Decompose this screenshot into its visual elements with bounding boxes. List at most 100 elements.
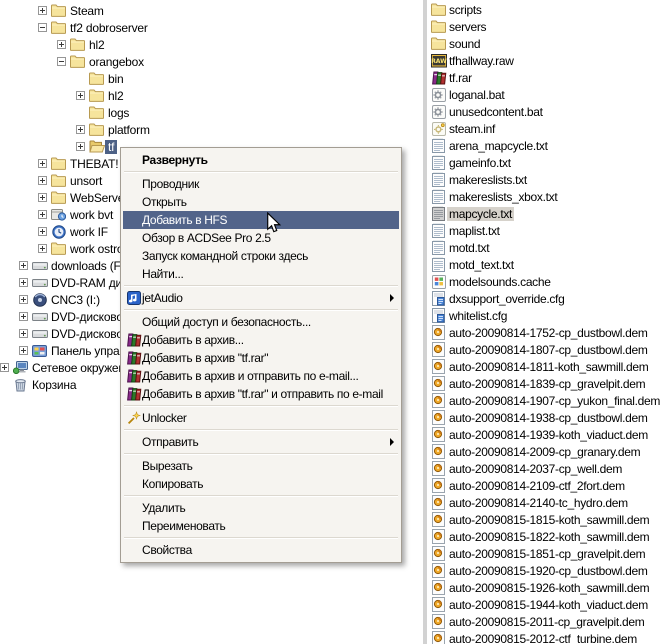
file-list-item[interactable]: makereslists_xbox.txt	[430, 188, 668, 205]
expand-icon[interactable]	[57, 40, 66, 49]
menu-item[interactable]: Копировать	[123, 475, 399, 493]
file-list-item[interactable]: arena_mapcycle.txt	[430, 137, 668, 154]
menu-item-label: Добавить в архив...	[142, 333, 244, 347]
file-name-label: auto-20090814-2009-cp_granary.dem	[447, 445, 642, 459]
file-list-item[interactable]: auto-20090814-2009-cp_granary.dem	[430, 443, 668, 460]
expand-icon[interactable]	[19, 278, 28, 287]
expand-icon[interactable]	[38, 244, 47, 253]
menu-item[interactable]: Добавить в архив "tf.rar"	[123, 349, 399, 367]
file-list-item[interactable]: auto-20090815-1822-koth_sawmill.dem	[430, 528, 668, 545]
txt-file-icon	[430, 206, 447, 221]
collapse-icon[interactable]	[57, 57, 66, 66]
expand-icon[interactable]	[38, 159, 47, 168]
menu-item[interactable]: Добавить в HFS	[123, 211, 399, 229]
dem-file-icon	[430, 529, 447, 544]
file-list-item[interactable]: auto-20090814-1752-cp_dustbowl.dem	[430, 324, 668, 341]
file-list-item[interactable]: sound	[430, 35, 668, 52]
file-list-item[interactable]: auto-20090814-1938-cp_dustbowl.dem	[430, 409, 668, 426]
expand-icon[interactable]	[38, 193, 47, 202]
menu-item-label: Добавить в архив и отправить по e-mail..…	[142, 369, 358, 383]
menu-item[interactable]: Отправить	[123, 433, 399, 451]
file-list-item[interactable]: auto-20090815-1944-koth_viaduct.dem	[430, 596, 668, 613]
file-list-item[interactable]: loganal.bat	[430, 86, 668, 103]
tree-item[interactable]: hl2	[0, 36, 423, 53]
menu-item[interactable]: Найти...	[123, 265, 399, 283]
file-list-item[interactable]: tf.rar	[430, 69, 668, 86]
menu-item[interactable]: Добавить в архив "tf.rar" и отправить по…	[123, 385, 399, 403]
expand-icon[interactable]	[38, 210, 47, 219]
dem-file-icon	[430, 359, 447, 374]
file-list-item[interactable]: auto-20090815-1851-cp_gravelpit.dem	[430, 545, 668, 562]
file-list-item[interactable]: whitelist.cfg	[430, 307, 668, 324]
menu-item[interactable]: Проводник	[123, 175, 399, 193]
file-list-pane: scriptsserverssoundRAWtfhallway.rawtf.ra…	[430, 1, 668, 644]
drive-icon	[31, 260, 48, 272]
file-list-item[interactable]: maplist.txt	[430, 222, 668, 239]
file-list-item[interactable]: dxsupport_override.cfg	[430, 290, 668, 307]
file-list-item[interactable]: RAWtfhallway.raw	[430, 52, 668, 69]
expand-icon[interactable]	[0, 363, 9, 372]
tree-item[interactable]: logs	[0, 104, 423, 121]
expand-icon[interactable]	[19, 329, 28, 338]
expand-icon[interactable]	[19, 312, 28, 321]
menu-item[interactable]: Удалить	[123, 499, 399, 517]
collapse-icon[interactable]	[38, 23, 47, 32]
file-list-item[interactable]: auto-20090814-1907-cp_yukon_final.dem	[430, 392, 668, 409]
menu-item[interactable]: jetAudio	[123, 289, 399, 307]
folder-icon	[50, 174, 67, 187]
tree-item[interactable]: Steam	[0, 2, 423, 19]
file-list-item[interactable]: auto-20090814-1807-cp_dustbowl.dem	[430, 341, 668, 358]
file-list-item[interactable]: auto-20090815-1926-koth_sawmill.dem	[430, 579, 668, 596]
expand-icon[interactable]	[76, 91, 85, 100]
menu-item[interactable]: Добавить в архив...	[123, 331, 399, 349]
menu-item[interactable]: Добавить в архив и отправить по e-mail..…	[123, 367, 399, 385]
file-list-item[interactable]: mapcycle.txt	[430, 205, 668, 222]
menu-item[interactable]: Запуск командной строки здесь	[123, 247, 399, 265]
tree-item[interactable]: platform	[0, 121, 423, 138]
expand-icon[interactable]	[19, 295, 28, 304]
file-list-item[interactable]: makereslists.txt	[430, 171, 668, 188]
file-list-item[interactable]: auto-20090814-1939-koth_viaduct.dem	[430, 426, 668, 443]
expand-icon[interactable]	[76, 142, 85, 151]
expand-icon[interactable]	[38, 227, 47, 236]
file-list-item[interactable]: auto-20090814-1811-koth_sawmill.dem	[430, 358, 668, 375]
file-list-item[interactable]: auto-20090815-1815-koth_sawmill.dem	[430, 511, 668, 528]
menu-item[interactable]: Свойства	[123, 541, 399, 559]
file-list-item[interactable]: motd.txt	[430, 239, 668, 256]
tree-item[interactable]: orangebox	[0, 53, 423, 70]
pane-splitter[interactable]	[423, 0, 427, 644]
file-list-item[interactable]: auto-20090814-2037-cp_well.dem	[430, 460, 668, 477]
txt-file-icon	[430, 189, 447, 204]
tree-item[interactable]: bin	[0, 70, 423, 87]
file-list-item[interactable]: motd_text.txt	[430, 256, 668, 273]
tree-item[interactable]: tf2 dobroserver	[0, 19, 423, 36]
file-list-item[interactable]: auto-20090814-1839-cp_gravelpit.dem	[430, 375, 668, 392]
file-list-item[interactable]: servers	[430, 18, 668, 35]
file-list-item[interactable]: steam.inf	[430, 120, 668, 137]
menu-item[interactable]: Вырезать	[123, 457, 399, 475]
file-list-item[interactable]: auto-20090815-2011-cp_gravelpit.dem	[430, 613, 668, 630]
file-list-item[interactable]: scripts	[430, 1, 668, 18]
menu-item[interactable]: Общий доступ и безопасность...	[123, 313, 399, 331]
file-list-item[interactable]: auto-20090814-2140-tc_hydro.dem	[430, 494, 668, 511]
menu-item[interactable]: Обзор в ACDSee Pro 2.5	[123, 229, 399, 247]
file-name-label: tfhallway.raw	[447, 54, 516, 68]
expand-icon[interactable]	[19, 261, 28, 270]
expand-icon[interactable]	[38, 6, 47, 15]
expand-icon[interactable]	[76, 125, 85, 134]
file-list-item[interactable]: modelsounds.cache	[430, 273, 668, 290]
file-list-item[interactable]: auto-20090815-1920-cp_dustbowl.dem	[430, 562, 668, 579]
expand-icon[interactable]	[19, 346, 28, 355]
menu-item[interactable]: Развернуть	[123, 151, 399, 169]
menu-item[interactable]: Unlocker	[123, 409, 399, 427]
menu-item[interactable]: Открыть	[123, 193, 399, 211]
file-list-item[interactable]: gameinfo.txt	[430, 154, 668, 171]
file-list-item[interactable]: auto-20090815-2012-ctf_turbine.dem	[430, 630, 668, 644]
expand-icon[interactable]	[38, 176, 47, 185]
tree-item[interactable]: hl2	[0, 87, 423, 104]
menu-item[interactable]: Переименовать	[123, 517, 399, 535]
file-name-label: motd_text.txt	[447, 258, 516, 272]
file-list-item[interactable]: auto-20090814-2109-ctf_2fort.dem	[430, 477, 668, 494]
tree-item-label: orangebox	[86, 55, 147, 69]
file-list-item[interactable]: unusedcontent.bat	[430, 103, 668, 120]
